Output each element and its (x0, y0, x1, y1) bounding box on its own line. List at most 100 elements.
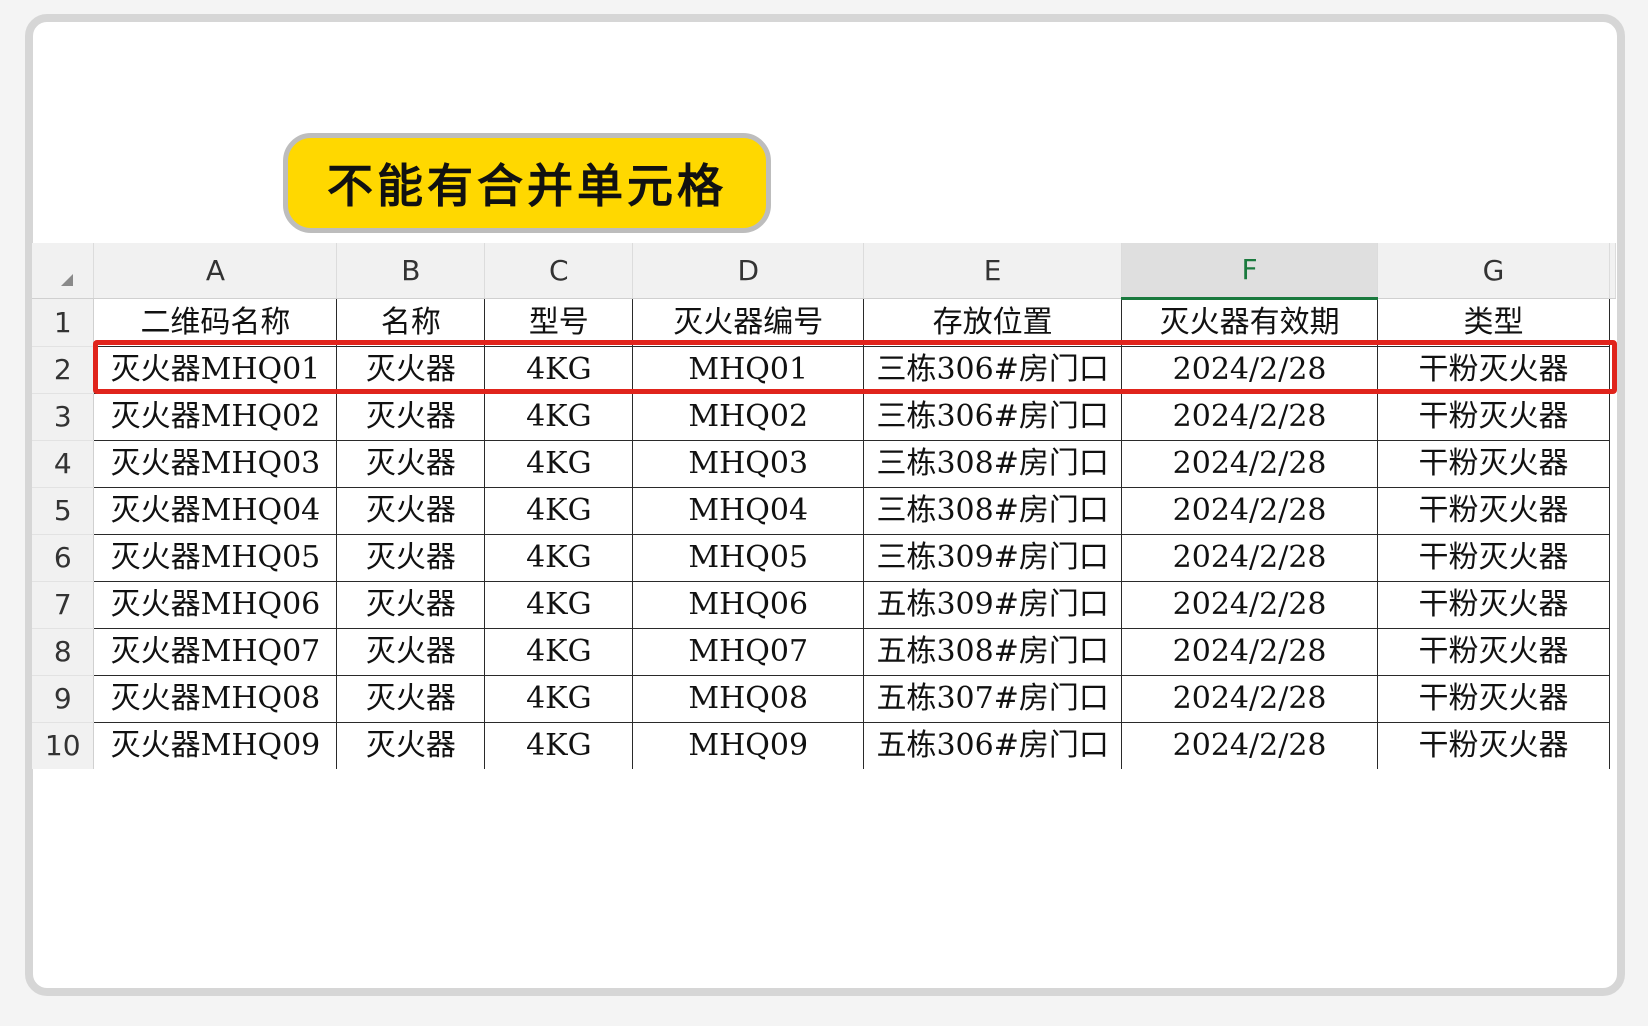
table-cell[interactable]: 灭火器MHQ09 (93, 722, 338, 769)
header-cell[interactable]: 名称 (336, 298, 486, 347)
table-cell[interactable]: 4KG (484, 581, 634, 629)
table-cell[interactable]: 2024/2/28 (1121, 440, 1379, 488)
table-cell[interactable]: MHQ06 (632, 581, 865, 629)
table-cell[interactable]: 干粉灭火器 (1377, 722, 1610, 769)
table-cell[interactable]: 4KG (484, 534, 634, 582)
table-cell[interactable]: 4KG (484, 722, 634, 769)
callout-label: 不能有合并单元格 (283, 133, 771, 233)
table-cell[interactable]: 五栋309#房门口 (863, 581, 1123, 629)
table-cell[interactable]: 干粉灭火器 (1377, 393, 1610, 441)
table-cell[interactable]: 4KG (484, 487, 634, 535)
table-cell[interactable]: 灭火器MHQ05 (93, 534, 338, 582)
table-cell[interactable]: 三栋308#房门口 (863, 440, 1123, 488)
filler-cell (1609, 347, 1615, 394)
table-cell[interactable]: 灭火器 (336, 534, 486, 582)
row-number[interactable]: 10 (32, 722, 95, 769)
table-cell[interactable]: 灭火器 (336, 722, 486, 769)
table-cell[interactable]: 4KG (484, 440, 634, 488)
column-header-d[interactable]: D (632, 243, 865, 299)
table-cell[interactable]: 2024/2/28 (1121, 581, 1379, 629)
row-number[interactable]: 7 (32, 581, 95, 629)
table-cell[interactable]: 干粉灭火器 (1377, 675, 1610, 723)
column-header-c[interactable]: C (484, 243, 634, 299)
table-cell[interactable]: 三栋306#房门口 (863, 346, 1123, 394)
table-cell[interactable]: 灭火器MHQ08 (93, 675, 338, 723)
table-cell[interactable]: 五栋307#房门口 (863, 675, 1123, 723)
filler-cell (1609, 676, 1615, 723)
table-cell[interactable]: MHQ01 (632, 346, 865, 394)
header-cell[interactable]: 二维码名称 (93, 298, 338, 347)
table-cell[interactable]: 灭火器MHQ03 (93, 440, 338, 488)
table-cell[interactable]: 干粉灭火器 (1377, 628, 1610, 676)
filler-cell (1609, 723, 1615, 770)
filler-cell (1609, 629, 1615, 676)
table-cell[interactable]: 灭火器 (336, 346, 486, 394)
table-cell[interactable]: 4KG (484, 628, 634, 676)
table-row: 10 灭火器MHQ09 灭火器 4KG MHQ09 五栋306#房门口 2024… (32, 722, 1616, 770)
column-header-g[interactable]: G (1377, 243, 1610, 299)
filler-cell (1609, 299, 1615, 347)
table-row: 7 灭火器MHQ06 灭火器 4KG MHQ06 五栋309#房门口 2024/… (32, 581, 1616, 629)
table-cell[interactable]: MHQ05 (632, 534, 865, 582)
table-cell[interactable]: 4KG (484, 393, 634, 441)
row-number[interactable]: 3 (32, 393, 95, 441)
table-cell[interactable]: MHQ02 (632, 393, 865, 441)
table-cell[interactable]: MHQ08 (632, 675, 865, 723)
header-cell[interactable]: 存放位置 (863, 298, 1123, 347)
row-number[interactable]: 6 (32, 534, 95, 582)
table-cell[interactable]: 灭火器 (336, 440, 486, 488)
column-header-e[interactable]: E (863, 243, 1123, 299)
table-cell[interactable]: 灭火器 (336, 628, 486, 676)
table-cell[interactable]: 灭火器 (336, 675, 486, 723)
table-row: 8 灭火器MHQ07 灭火器 4KG MHQ07 五栋308#房门口 2024/… (32, 628, 1616, 676)
row-number[interactable]: 5 (32, 487, 95, 535)
table-cell[interactable]: 五栋308#房门口 (863, 628, 1123, 676)
table-cell[interactable]: MHQ09 (632, 722, 865, 769)
table-cell[interactable]: 灭火器MHQ02 (93, 393, 338, 441)
table-cell[interactable]: 2024/2/28 (1121, 628, 1379, 676)
select-all-corner[interactable] (32, 243, 95, 299)
table-cell[interactable]: 灭火器MHQ07 (93, 628, 338, 676)
select-all-triangle-icon (61, 274, 74, 286)
header-cell[interactable]: 灭火器编号 (632, 298, 865, 347)
table-cell[interactable]: 4KG (484, 346, 634, 394)
table-row: 2 灭火器MHQ01 灭火器 4KG MHQ01 三栋306#房门口 2024/… (32, 346, 1616, 394)
row-number[interactable]: 1 (32, 298, 95, 347)
table-cell[interactable]: 灭火器MHQ04 (93, 487, 338, 535)
table-cell[interactable]: 灭火器 (336, 393, 486, 441)
table-cell[interactable]: 干粉灭火器 (1377, 440, 1610, 488)
table-cell[interactable]: 2024/2/28 (1121, 393, 1379, 441)
table-cell[interactable]: 干粉灭火器 (1377, 487, 1610, 535)
column-header-b[interactable]: B (336, 243, 486, 299)
header-cell[interactable]: 灭火器有效期 (1121, 298, 1379, 347)
table-cell[interactable]: 2024/2/28 (1121, 346, 1379, 394)
table-cell[interactable]: 干粉灭火器 (1377, 581, 1610, 629)
table-cell[interactable]: 4KG (484, 675, 634, 723)
table-cell[interactable]: 2024/2/28 (1121, 722, 1379, 769)
column-header-f[interactable]: F (1121, 243, 1379, 300)
table-cell[interactable]: 2024/2/28 (1121, 487, 1379, 535)
row-number[interactable]: 2 (32, 346, 95, 394)
table-cell[interactable]: 2024/2/28 (1121, 534, 1379, 582)
table-cell[interactable]: 五栋306#房门口 (863, 722, 1123, 769)
table-cell[interactable]: MHQ04 (632, 487, 865, 535)
table-cell[interactable]: MHQ07 (632, 628, 865, 676)
table-cell[interactable]: 灭火器MHQ01 (93, 346, 338, 394)
column-header-filler (1609, 243, 1616, 299)
table-cell[interactable]: 灭火器 (336, 487, 486, 535)
table-cell[interactable]: 干粉灭火器 (1377, 346, 1610, 394)
table-cell[interactable]: 灭火器MHQ06 (93, 581, 338, 629)
column-header-a[interactable]: A (93, 243, 338, 299)
table-cell[interactable]: 三栋306#房门口 (863, 393, 1123, 441)
table-cell[interactable]: MHQ03 (632, 440, 865, 488)
table-cell[interactable]: 干粉灭火器 (1377, 534, 1610, 582)
row-number[interactable]: 4 (32, 440, 95, 488)
table-cell[interactable]: 三栋309#房门口 (863, 534, 1123, 582)
header-cell[interactable]: 类型 (1377, 298, 1610, 347)
header-cell[interactable]: 型号 (484, 298, 634, 347)
table-cell[interactable]: 三栋308#房门口 (863, 487, 1123, 535)
table-cell[interactable]: 2024/2/28 (1121, 675, 1379, 723)
table-cell[interactable]: 灭火器 (336, 581, 486, 629)
row-number[interactable]: 8 (32, 628, 95, 676)
row-number[interactable]: 9 (32, 675, 95, 723)
